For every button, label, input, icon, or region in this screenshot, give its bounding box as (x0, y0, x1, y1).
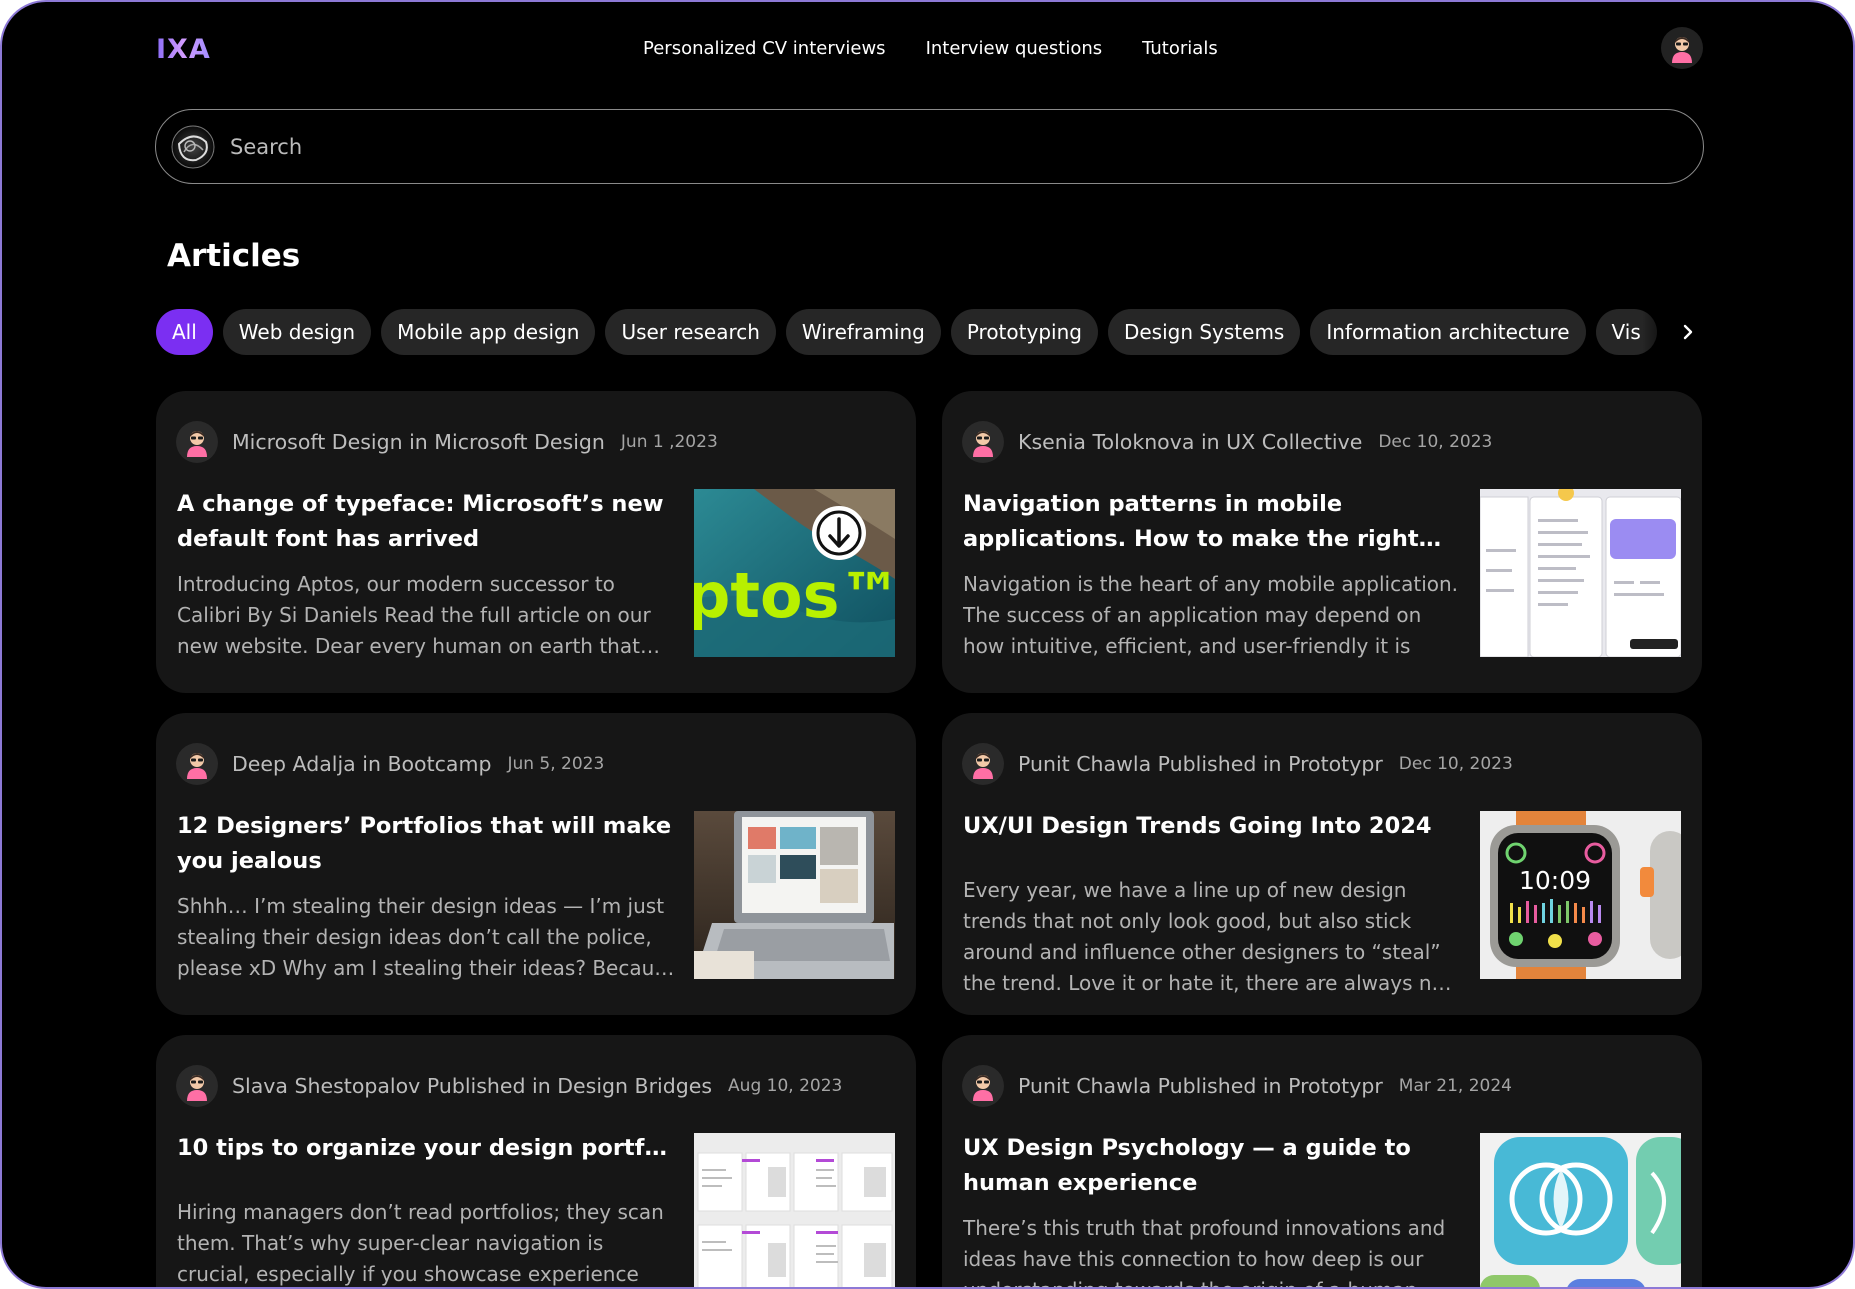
article-card[interactable]: Punit Chawla Published in Prototypr Mar … (942, 1035, 1702, 1287)
article-card[interactable]: Ksenia Toloknova in UX Collective Dec 10… (942, 391, 1702, 693)
author-avatar (962, 743, 1004, 785)
avatar-icon (973, 1075, 993, 1101)
chevron-right-icon (1683, 324, 1693, 340)
aptos-wordmark: ptos™ (694, 559, 895, 632)
avatar-icon (187, 431, 207, 457)
article-meta: Punit Chawla Published in Prototypr Mar … (962, 1065, 1512, 1107)
article-thumbnail (1480, 489, 1681, 657)
article-excerpt: Navigation is the heart of any mobile ap… (963, 572, 1459, 658)
article-date: Mar 21, 2024 (1398, 1076, 1512, 1096)
article-excerpt: Hiring managers don’t read portfolios; t… (177, 1200, 664, 1286)
article-author[interactable]: Punit Chawla Published in Prototypr (1018, 752, 1383, 776)
watch-time: 10:09 (1519, 866, 1591, 895)
filter-chip-all[interactable]: All (156, 309, 213, 355)
article-date: Aug 10, 2023 (728, 1076, 843, 1096)
article-title[interactable]: UX Design Psychology — a guide to human … (963, 1131, 1463, 1201)
search-bar[interactable] (155, 109, 1704, 184)
filter-chips: All Web design Mobile app design User re… (156, 309, 1679, 355)
article-meta: Ksenia Toloknova in UX Collective Dec 10… (962, 421, 1492, 463)
article-meta: Slava Shestopalov Published in Design Br… (176, 1065, 842, 1107)
avatar-icon (187, 1075, 207, 1101)
article-excerpt: Every year, we have a line up of new des… (963, 878, 1461, 995)
filter-chip-user-research[interactable]: User research (605, 309, 776, 355)
article-date: Dec 10, 2023 (1378, 432, 1493, 452)
chips-scroll-button[interactable] (1678, 314, 1698, 350)
article-meta: Deep Adalja in Bootcamp Jun 5, 2023 (176, 743, 604, 785)
article-title[interactable]: Navigation patterns in mobile applicatio… (963, 487, 1463, 557)
author-avatar (962, 421, 1004, 463)
search-orb-icon (171, 125, 215, 168)
app-frame: IXA Personalized CV interviews Interview… (0, 0, 1855, 1289)
article-thumbnail (1480, 1133, 1681, 1287)
article-date: Jun 5, 2023 (507, 754, 605, 774)
filter-chip-prototyping[interactable]: Prototyping (950, 309, 1098, 355)
article-thumbnail (694, 811, 895, 979)
article-date: Jun 1 ,2023 (620, 432, 718, 452)
article-date: Dec 10, 2023 (1398, 754, 1513, 774)
article-author[interactable]: Deep Adalja in Bootcamp (232, 752, 491, 776)
article-card[interactable]: Punit Chawla Published in Prototypr Dec … (942, 713, 1702, 1015)
user-avatar[interactable] (1661, 27, 1703, 69)
top-nav: Personalized CV interviews Interview que… (643, 38, 1218, 59)
filter-chip-design-systems[interactable]: Design Systems (1107, 309, 1301, 355)
logo[interactable]: IXA (156, 34, 211, 65)
filter-chip-wireframing[interactable]: Wireframing (785, 309, 941, 355)
article-thumbnail (694, 1133, 895, 1287)
avatar-icon (973, 431, 993, 457)
article-excerpt: Introducing Aptos, our modern successor … (177, 572, 651, 658)
filter-chip-information-architecture[interactable]: Information architecture (1310, 309, 1586, 355)
avatar-icon (187, 753, 207, 779)
download-icon (812, 506, 866, 560)
author-avatar (176, 421, 218, 463)
avatar-icon (973, 753, 993, 779)
article-meta: Punit Chawla Published in Prototypr Dec … (962, 743, 1513, 785)
section-title: Articles (167, 238, 301, 274)
author-avatar (176, 1065, 218, 1107)
avatar-icon (1672, 37, 1692, 63)
article-excerpt: Shhh… I’m stealing their design ideas — … (177, 894, 677, 980)
article-title[interactable]: 12 Designers’ Portfolios that will make … (177, 809, 677, 879)
article-thumbnail: 10:09 (1480, 811, 1681, 979)
article-card[interactable]: Deep Adalja in Bootcamp Jun 5, 2023 12 D… (156, 713, 916, 1015)
article-card[interactable]: Slava Shestopalov Published in Design Br… (156, 1035, 916, 1287)
article-excerpt: There’s this truth that profound innovat… (963, 1216, 1446, 1287)
nav-link-cv-interviews[interactable]: Personalized CV interviews (643, 38, 886, 59)
article-card[interactable]: Microsoft Design in Microsoft Design Jun… (156, 391, 916, 693)
filter-chip-mobile-app-design[interactable]: Mobile app design (381, 309, 596, 355)
article-author[interactable]: Slava Shestopalov Published in Design Br… (232, 1074, 712, 1098)
article-title[interactable]: UX/UI Design Trends Going Into 2024 (963, 809, 1463, 844)
article-meta: Microsoft Design in Microsoft Design Jun… (176, 421, 718, 463)
search-input[interactable] (230, 134, 1630, 159)
article-author[interactable]: Ksenia Toloknova in UX Collective (1018, 430, 1362, 454)
nav-link-tutorials[interactable]: Tutorials (1142, 38, 1218, 59)
author-avatar (176, 743, 218, 785)
article-title[interactable]: A change of typeface: Microsoft’s new de… (177, 487, 677, 557)
article-author[interactable]: Microsoft Design in Microsoft Design (232, 430, 605, 454)
article-thumbnail: ptos™ (694, 489, 895, 657)
author-avatar (962, 1065, 1004, 1107)
article-title[interactable]: 10 tips to organize your design portfoli… (177, 1131, 677, 1166)
nav-link-interview-questions[interactable]: Interview questions (926, 38, 1103, 59)
article-author[interactable]: Punit Chawla Published in Prototypr (1018, 1074, 1383, 1098)
filter-chip-web-design[interactable]: Web design (222, 309, 372, 355)
